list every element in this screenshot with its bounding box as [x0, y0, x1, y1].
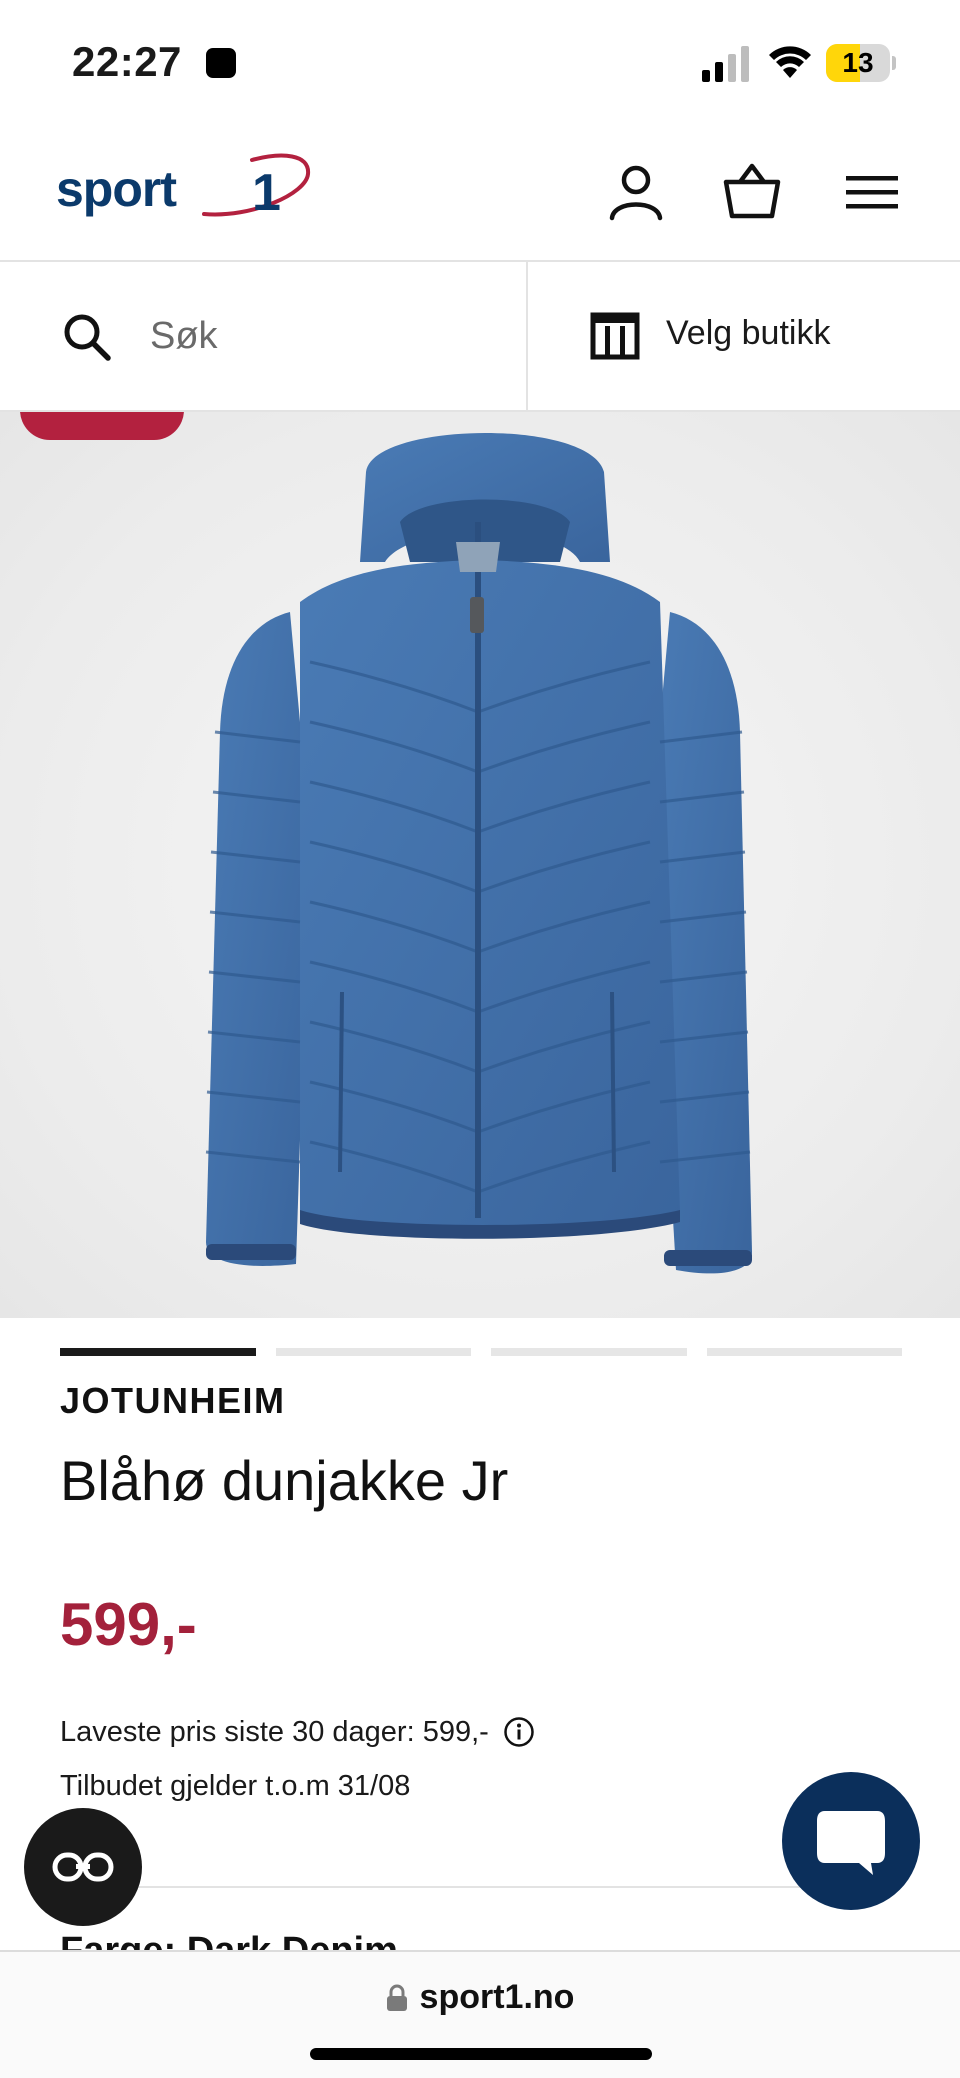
- info-icon[interactable]: [503, 1716, 535, 1748]
- offer-validity-text: Tilbudet gjelder t.o.m 31/08: [60, 1770, 411, 1802]
- search-row: Velg butikk: [0, 262, 960, 412]
- menu-icon[interactable]: [840, 160, 904, 224]
- glasses-icon: [52, 1852, 114, 1882]
- chat-bubble-icon: [817, 1811, 885, 1875]
- recording-indicator-icon: [206, 48, 236, 78]
- basket-icon[interactable]: [720, 160, 784, 224]
- lowest-price-row: Laveste pris siste 30 dager: 599,-: [60, 1712, 535, 1752]
- browser-url-bar[interactable]: sport1.no: [0, 1950, 960, 2078]
- url-text: sport1.no: [419, 1978, 575, 2016]
- svg-text:1: 1: [252, 164, 281, 222]
- product-image: [205, 432, 752, 1274]
- carousel-indicator[interactable]: [706, 1348, 902, 1356]
- store-icon: [590, 312, 640, 360]
- carousel-indicator[interactable]: [491, 1348, 687, 1356]
- search-box[interactable]: [0, 262, 528, 410]
- lowest-price-text: Laveste pris siste 30 dager: 599,-: [60, 1715, 489, 1748]
- wifi-icon: [769, 46, 811, 78]
- site-header: sport 1: [0, 130, 960, 262]
- sale-badge: [20, 412, 184, 440]
- chat-button[interactable]: [782, 1772, 920, 1910]
- product-title: Blåhø dunjakke Jr: [60, 1449, 509, 1512]
- product-brand[interactable]: JOTUNHEIM: [60, 1380, 286, 1422]
- product-image-gallery[interactable]: [0, 412, 960, 1318]
- url-row: sport1.no: [0, 1978, 960, 2017]
- product-price: 599,-: [60, 1591, 197, 1658]
- battery-indicator: 13: [826, 44, 896, 82]
- home-indicator: [310, 2048, 652, 2060]
- sport1-logo[interactable]: sport 1: [56, 144, 316, 234]
- status-time: 22:27: [72, 38, 182, 85]
- lock-icon: [386, 1984, 407, 2011]
- search-icon: [64, 314, 111, 361]
- carousel-indicator[interactable]: [60, 1348, 256, 1356]
- cellular-signal-icon: [702, 46, 749, 82]
- account-icon[interactable]: [604, 160, 668, 224]
- image-carousel-indicators: [60, 1348, 902, 1356]
- status-bar: 22:27 13: [0, 0, 960, 130]
- accessibility-button[interactable]: [24, 1808, 142, 1926]
- divider: [60, 1886, 902, 1888]
- battery-level: 13: [842, 47, 874, 78]
- choose-store-button[interactable]: Velg butikk: [530, 262, 960, 410]
- search-input[interactable]: [150, 306, 490, 366]
- choose-store-label: Velg butikk: [666, 314, 831, 352]
- svg-text:sport: sport: [56, 161, 177, 217]
- carousel-indicator[interactable]: [275, 1348, 471, 1356]
